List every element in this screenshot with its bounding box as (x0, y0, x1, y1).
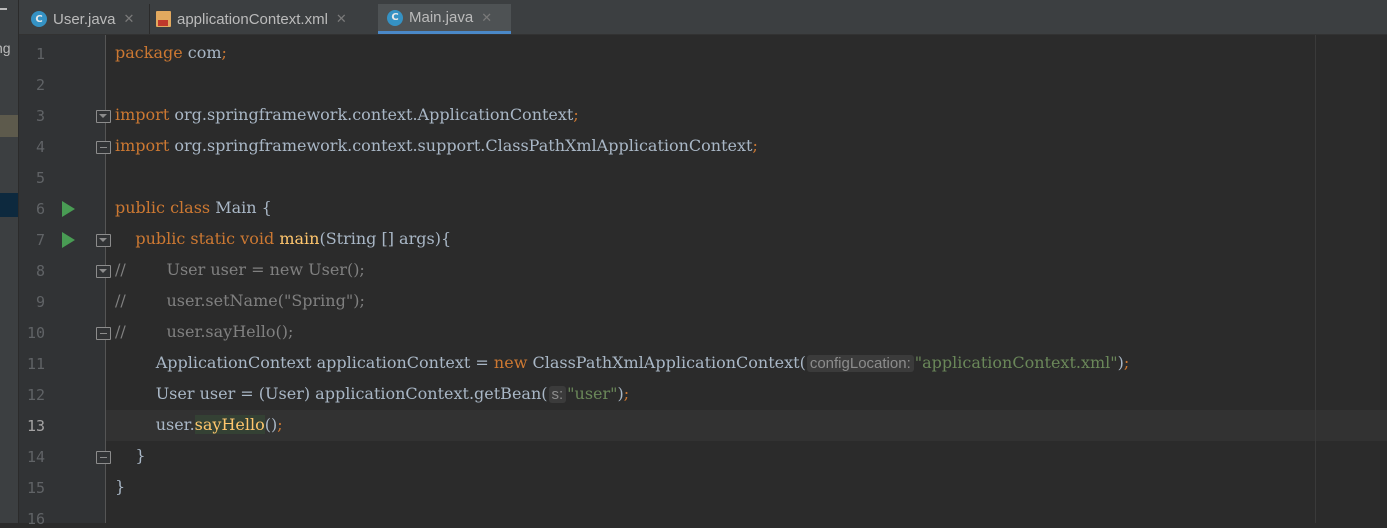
parameter-hint: s: (548, 386, 567, 403)
code-line[interactable]: // user.sayHello(); (115, 322, 293, 341)
xml-file-icon (156, 11, 171, 27)
code-token: user. (115, 415, 195, 434)
code-token: package (115, 43, 183, 62)
fold-icon[interactable] (96, 451, 111, 464)
code-line[interactable]: // user.setName("Spring"); (115, 291, 365, 310)
code-token: "user" (567, 384, 618, 403)
code-line[interactable]: } (115, 446, 146, 465)
code-line[interactable]: } (115, 477, 125, 496)
code-token: ClassPathXmlApplicationContext( (527, 353, 806, 372)
collapse-icon[interactable] (0, 8, 7, 10)
tab-label: Main.java (409, 9, 474, 26)
parameter-hint: configLocation: (806, 355, 914, 372)
code-token: ; (1123, 353, 1130, 372)
code-line[interactable]: // User user = new User(); (115, 260, 365, 279)
code-token: ; (277, 415, 283, 434)
editor-tab-bar: C User.java ✕ applicationContext.xml ✕ C… (19, 0, 1387, 35)
code-token: // user.sayHello(); (115, 322, 294, 341)
line-number[interactable]: 15 (19, 479, 45, 497)
close-icon[interactable]: ✕ (481, 10, 492, 26)
tab-label: User.java (53, 10, 116, 28)
run-icon[interactable] (62, 232, 75, 248)
close-icon[interactable]: ✕ (124, 11, 135, 27)
code-line[interactable]: user.sayHello(); (115, 415, 283, 434)
line-number[interactable]: 2 (19, 76, 45, 94)
code-token: Main { (210, 198, 272, 217)
code-token: com (182, 43, 222, 62)
code-token: // user.setName("Spring"); (115, 291, 365, 310)
fold-icon[interactable] (96, 234, 111, 247)
code-line[interactable]: ApplicationContext applicationContext = … (115, 353, 1129, 372)
line-number[interactable]: 10 (19, 324, 45, 342)
line-number[interactable]: 3 (19, 107, 45, 125)
code-token: (String [] args){ (319, 229, 452, 248)
tab-user-java[interactable]: C User.java ✕ (27, 4, 150, 34)
fold-icon[interactable] (96, 265, 111, 278)
fold-icon[interactable] (96, 327, 111, 340)
code-token: org.springframework.context.ApplicationC… (169, 105, 574, 124)
code-token: new (493, 353, 528, 372)
current-line-highlight (106, 410, 1387, 441)
code-token: "applicationContext.xml" (914, 353, 1118, 372)
code-token: public static void (135, 229, 275, 248)
code-token: // User user = new User(); (115, 260, 365, 279)
code-token: ; (752, 136, 758, 155)
code-line[interactable]: public static void main(String [] args){ (115, 229, 451, 248)
project-panel-partial-text: ng (0, 40, 11, 56)
line-number[interactable]: 7 (19, 231, 45, 249)
code-token: main (279, 229, 320, 248)
code-token: ; (573, 105, 579, 124)
code-token: ApplicationContext applicationContext = (115, 353, 494, 372)
project-tree-selection (0, 193, 18, 217)
line-number[interactable]: 11 (19, 355, 45, 373)
line-number[interactable]: 9 (19, 293, 45, 311)
code-line[interactable]: public class Main { (115, 198, 272, 217)
line-number[interactable]: 5 (19, 169, 45, 187)
code-token: ; (221, 43, 227, 62)
java-class-icon: C (387, 9, 403, 26)
project-tree-highlight (0, 115, 18, 137)
line-number[interactable]: 13 (19, 417, 45, 435)
tab-main-java[interactable]: C Main.java ✕ (378, 4, 511, 34)
code-line[interactable]: import org.springframework.context.Appli… (115, 105, 579, 124)
fold-icon[interactable] (96, 141, 111, 154)
line-number[interactable]: 12 (19, 386, 45, 404)
code-token: ; (623, 384, 630, 403)
tab-label: applicationContext.xml (177, 10, 328, 28)
code-token: User user = (User) applicationContext.ge… (115, 384, 548, 403)
line-number[interactable]: 8 (19, 262, 45, 280)
code-token: import (115, 136, 170, 155)
code-line[interactable]: import org.springframework.context.suppo… (115, 136, 758, 155)
line-number[interactable]: 1 (19, 45, 45, 63)
code-token: } (115, 446, 146, 465)
fold-icon[interactable] (96, 110, 111, 123)
line-number[interactable]: 4 (19, 138, 45, 156)
code-token: public class (115, 198, 211, 217)
project-panel-edge[interactable]: ng (0, 0, 19, 523)
line-number[interactable]: 6 (19, 200, 45, 218)
code-token: import (115, 105, 170, 124)
code-line[interactable]: User user = (User) applicationContext.ge… (115, 384, 629, 403)
right-margin-guide (1315, 35, 1316, 523)
code-token: } (115, 477, 126, 496)
code-token: () (264, 415, 278, 434)
java-class-icon: C (31, 11, 47, 27)
tab-application-context-xml[interactable]: applicationContext.xml ✕ (150, 4, 380, 34)
line-number[interactable]: 14 (19, 448, 45, 466)
close-icon[interactable]: ✕ (336, 11, 347, 27)
code-line[interactable]: package com; (115, 43, 227, 62)
line-number[interactable]: 16 (19, 510, 45, 528)
code-token: org.springframework.context.support.Clas… (169, 136, 753, 155)
code-token: sayHello (194, 415, 265, 434)
run-icon[interactable] (62, 201, 75, 217)
